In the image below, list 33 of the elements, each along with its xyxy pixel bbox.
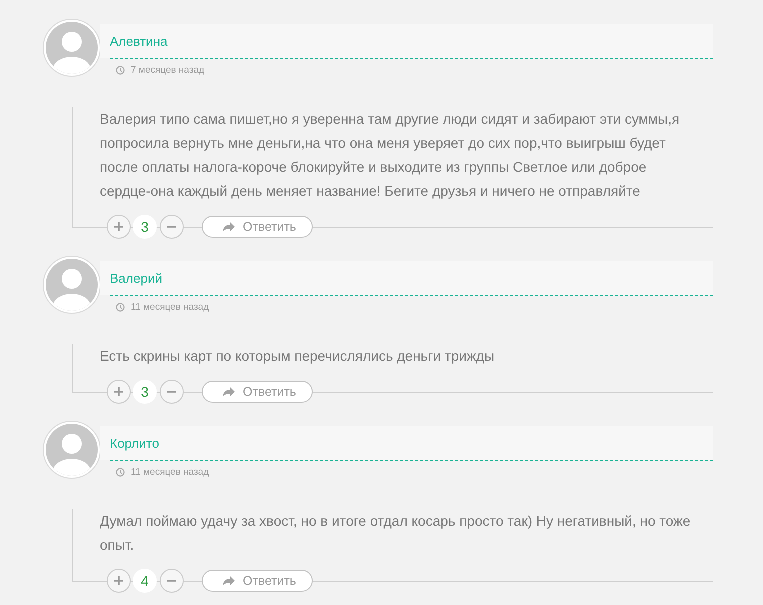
vote-count: 4 [133, 569, 157, 593]
author-name[interactable]: Алевтина [110, 33, 168, 51]
upvote-button[interactable] [107, 380, 131, 404]
comment-text: Есть скрины карт по которым перечислялись деньги трижды [99, 347, 496, 366]
downvote-button[interactable] [160, 215, 184, 239]
author-name[interactable]: Корлито [110, 435, 160, 453]
upvote-button[interactable] [107, 215, 131, 239]
comment-time: 7 месяцев назад [131, 65, 205, 76]
downvote-button[interactable] [160, 569, 184, 593]
reply-arrow-icon [223, 387, 235, 397]
clock-icon [116, 468, 125, 477]
comment-time: 11 месяцев назад [131, 467, 210, 478]
reply-arrow-icon [223, 222, 235, 232]
clock-icon [116, 303, 125, 312]
clock-icon [116, 66, 125, 75]
minus-icon [167, 226, 177, 228]
comment-text: Думал поймаю удачу за хвост, но в итоге отдал косарь просто так) Ну негативный, но тоже опыт. [99, 512, 692, 555]
reply-button[interactable]: Ответить [202, 216, 313, 238]
reply-arrow-icon [223, 576, 235, 586]
vote-count: 3 [133, 215, 157, 239]
minus-icon [167, 391, 177, 393]
comment-text: Валерия типо сама пишет,но я уверенна там другие люди сидят и забирают эти суммы,я попросила вернуть мне деньги,на что она меня уверяет до сих пор,что выигрыш будет после оплаты налога-короче блокируйте и выходите из группы Светлое или доброе сердце-она каждый день меняет название! Бегите друзья и ничего не отправляйте [99, 110, 681, 201]
downvote-button[interactable] [160, 380, 184, 404]
reply-button[interactable]: Ответить [202, 570, 313, 592]
reply-button[interactable]: Ответить [202, 381, 313, 403]
plus-icon [114, 222, 124, 232]
plus-icon [114, 576, 124, 586]
comment-time: 11 месяцев назад [131, 302, 210, 313]
minus-icon [167, 580, 177, 582]
upvote-button[interactable] [107, 569, 131, 593]
author-name[interactable]: Валерий [110, 270, 162, 288]
vote-count: 3 [133, 380, 157, 404]
plus-icon [114, 387, 124, 397]
